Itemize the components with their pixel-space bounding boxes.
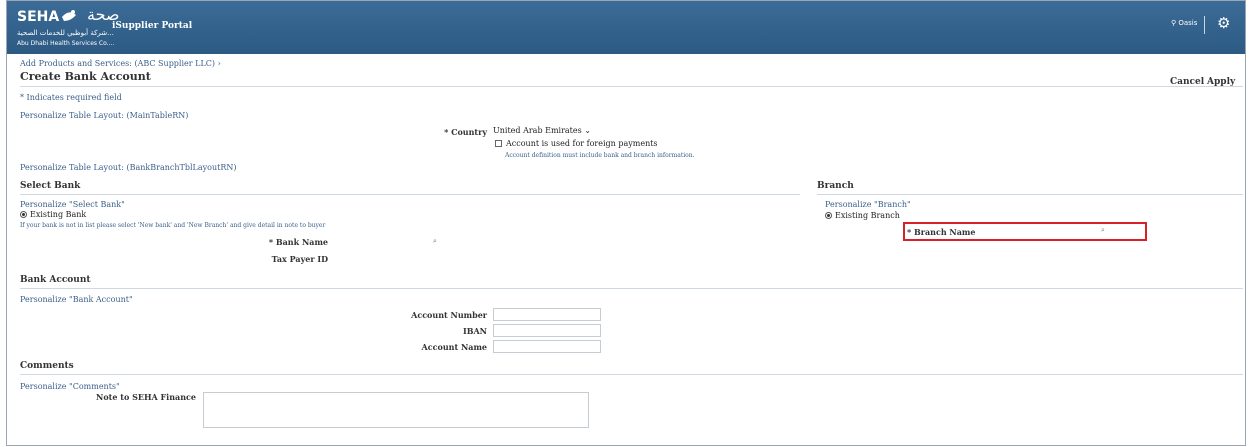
logo-subtitle-arabic: شركة أبوظبي للخدمات الصحية... [17, 29, 114, 37]
breadcrumb[interactable]: Add Products and Services: (ABC Supplier… [20, 59, 221, 68]
title-divider [20, 86, 1243, 87]
branch-name-label: * Branch Name [907, 227, 976, 237]
breadcrumb-link[interactable]: Add Products and Services: (ABC Supplier… [20, 59, 215, 68]
existing-bank-label: Existing Bank [30, 210, 87, 219]
account-number-label: Account Number [411, 310, 487, 320]
page-title: Create Bank Account [20, 70, 151, 83]
app-frame: SEHA صحة شركة أبوظبي للخدمات الصحية... A… [6, 0, 1246, 446]
breadcrumb-separator: › [217, 59, 221, 68]
account-name-input[interactable] [493, 340, 601, 353]
comments-header: Comments [20, 361, 74, 371]
account-number-input[interactable] [493, 308, 601, 321]
branch-header: Branch [817, 181, 854, 191]
personalize-bank-account-link[interactable]: Personalize "Bank Account" [20, 295, 133, 304]
tax-payer-id-label: Tax Payer ID [271, 254, 328, 264]
search-icon[interactable]: ⌕ [433, 237, 437, 246]
branch-divider [817, 194, 1243, 195]
note-to-seha-finance-textarea[interactable] [203, 392, 589, 428]
personalize-branch-link[interactable]: Personalize "Branch" [825, 200, 911, 209]
iban-input[interactable] [493, 324, 601, 337]
bank-instruction: If your bank is not in list please selec… [20, 222, 326, 229]
existing-bank-radio[interactable]: Existing Bank [20, 210, 86, 219]
header-divider [1204, 16, 1205, 34]
select-bank-divider [20, 194, 800, 195]
bank-account-header: Bank Account [20, 275, 91, 285]
user-name: Oasis [1178, 19, 1198, 27]
search-icon[interactable]: ⌕ [1101, 226, 1105, 235]
chevron-down-icon: ⌄ [581, 126, 591, 135]
radio-selected-icon [20, 211, 27, 218]
country-label: * Country [444, 127, 487, 137]
account-name-label: Account Name [421, 342, 487, 352]
country-select[interactable]: United Arab Emirates ⌄ [493, 126, 591, 135]
branch-name-input[interactable] [992, 226, 1112, 239]
foreign-payments-checkbox[interactable]: Account is used for foreign payments [495, 139, 658, 148]
radio-selected-icon [825, 212, 832, 219]
country-hint: Account definition must include bank and… [505, 152, 695, 159]
iban-label: IBAN [462, 326, 487, 336]
note-to-seha-finance-label: Note to SEHA Finance [96, 392, 196, 402]
comments-divider [20, 374, 1243, 375]
user-menu[interactable]: ⚲ Oasis [1171, 19, 1197, 27]
existing-branch-radio[interactable]: Existing Branch [825, 211, 900, 220]
personalize-bank-branch-table-link[interactable]: Personalize Table Layout: (BankBranchTbl… [20, 163, 236, 172]
foreign-payments-label: Account is used for foreign payments [506, 139, 658, 148]
country-value: United Arab Emirates [493, 126, 582, 135]
select-bank-header: Select Bank [20, 181, 81, 191]
gear-icon[interactable]: ⚙ [1217, 14, 1230, 32]
checkbox-icon [495, 140, 502, 147]
personalize-comments-link[interactable]: Personalize "Comments" [20, 382, 120, 391]
seha-logo-icon [62, 10, 76, 21]
personalize-select-bank-link[interactable]: Personalize "Select Bank" [20, 200, 125, 209]
personalize-main-table-link[interactable]: Personalize Table Layout: (MainTableRN) [20, 111, 188, 120]
existing-branch-label: Existing Branch [835, 211, 900, 220]
portal-title: iSupplier Portal [112, 21, 193, 31]
bank-name-label: * Bank Name [268, 237, 328, 247]
required-field-note: * Indicates required field [20, 93, 122, 102]
logo-subtitle-english: Abu Dhabi Health Services Co.... [17, 40, 115, 47]
bank-account-divider [20, 288, 1243, 289]
app-header: SEHA صحة شركة أبوظبي للخدمات الصحية... A… [7, 1, 1245, 54]
seha-logo-text: SEHA [17, 9, 60, 25]
